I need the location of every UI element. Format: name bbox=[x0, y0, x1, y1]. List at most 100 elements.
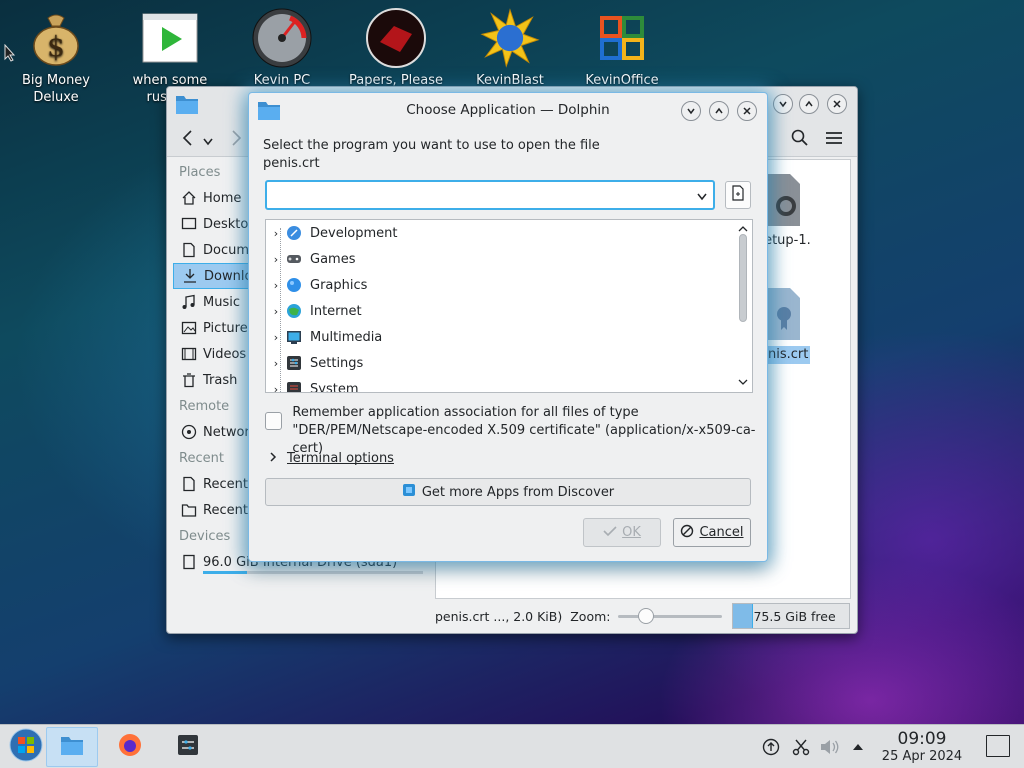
tree-item-games[interactable]: › Games bbox=[266, 246, 752, 272]
zoom-slider-handle[interactable] bbox=[638, 608, 655, 624]
desktop-icon-kevin-pc[interactable]: Kevin PC bbox=[230, 8, 334, 89]
network-icon bbox=[181, 424, 197, 440]
show-desktop-button[interactable] bbox=[986, 735, 1010, 757]
start-menu-button[interactable] bbox=[0, 727, 52, 767]
tree-item-graphics[interactable]: › Graphics bbox=[266, 272, 752, 298]
tree-item-label: Graphics bbox=[310, 277, 368, 293]
search-icon[interactable] bbox=[791, 129, 809, 151]
tree-item-system[interactable]: › System bbox=[266, 376, 752, 393]
pictures-icon bbox=[181, 320, 197, 336]
tree-item-development[interactable]: › Development bbox=[266, 220, 752, 246]
checkmark-icon bbox=[603, 525, 617, 541]
folder-icon bbox=[60, 734, 84, 760]
dolphin-close-button[interactable] bbox=[827, 94, 847, 114]
application-combo-input[interactable] bbox=[265, 180, 715, 210]
places-item-label: Videos bbox=[203, 346, 247, 362]
hamburger-menu-icon[interactable] bbox=[825, 131, 843, 149]
dialog-close-button[interactable] bbox=[737, 101, 757, 121]
desktop-icon-kevinblast[interactable]: KevinBlast bbox=[458, 8, 562, 89]
drive-usage-bar bbox=[203, 571, 423, 574]
taskbar-clock[interactable]: 09:09 25 Apr 2024 bbox=[872, 729, 972, 765]
back-icon[interactable] bbox=[181, 129, 195, 151]
clock-date: 25 Apr 2024 bbox=[881, 749, 963, 764]
recent-locations-icon bbox=[181, 502, 197, 518]
expand-arrow-icon[interactable]: › bbox=[266, 357, 286, 370]
chevron-down-icon[interactable] bbox=[697, 190, 707, 205]
places-item-label: Trash bbox=[203, 372, 238, 388]
dialog-maximize-button[interactable] bbox=[709, 101, 729, 121]
graphics-icon bbox=[286, 277, 302, 293]
places-item-label: Music bbox=[203, 294, 240, 310]
dialog-minimize-button[interactable] bbox=[681, 101, 701, 121]
home-icon bbox=[181, 190, 197, 206]
zoom-slider[interactable] bbox=[616, 608, 726, 624]
get-more-apps-button[interactable]: Get more Apps from Discover bbox=[265, 478, 751, 506]
expand-arrow-icon[interactable]: › bbox=[266, 253, 286, 266]
multimedia-icon bbox=[286, 329, 302, 345]
dolphin-maximize-button[interactable] bbox=[799, 94, 819, 114]
cancel-button[interactable]: Cancel bbox=[673, 518, 751, 547]
taskbar: 09:09 25 Apr 2024 bbox=[0, 724, 1024, 768]
tree-item-settings[interactable]: › Settings bbox=[266, 350, 752, 376]
tree-item-multimedia[interactable]: › Multimedia bbox=[266, 324, 752, 350]
dolphin-minimize-button[interactable] bbox=[773, 94, 793, 114]
taskbar-item-dolphin[interactable] bbox=[46, 727, 98, 767]
scissors-icon[interactable] bbox=[792, 738, 810, 760]
gauge-icon bbox=[252, 8, 312, 68]
chevron-right-icon bbox=[269, 451, 277, 466]
remember-association-label: Remember application association for all… bbox=[292, 404, 767, 458]
downloads-icon bbox=[182, 268, 198, 284]
videos-icon bbox=[181, 346, 197, 362]
firefox-icon bbox=[118, 733, 142, 761]
choose-application-dialog: Choose Application — Dolphin Select the … bbox=[248, 92, 768, 562]
taskbar-item-firefox[interactable] bbox=[104, 727, 156, 767]
desktop-icon-kevinoffice[interactable]: KevinOffice bbox=[570, 8, 674, 89]
tree-item-label: Internet bbox=[310, 303, 362, 319]
desktop-icon-big-money-deluxe[interactable]: $ Big Money Deluxe bbox=[4, 8, 108, 106]
start-orb-icon bbox=[9, 728, 43, 766]
tree-item-label: Games bbox=[310, 251, 356, 267]
discover-icon bbox=[402, 483, 416, 501]
blast-icon bbox=[480, 8, 540, 68]
tree-item-label: System bbox=[310, 381, 359, 393]
status-bar: penis.crt ..., 2.0 KiB) Zoom: 75.5 GiB f… bbox=[435, 601, 855, 631]
remember-association-checkbox[interactable] bbox=[265, 412, 283, 430]
drive-icon bbox=[181, 554, 197, 570]
volume-icon[interactable] bbox=[820, 738, 840, 760]
money-bag-icon: $ bbox=[26, 8, 86, 68]
status-text: penis.crt ..., 2.0 KiB) bbox=[435, 608, 563, 624]
remember-association-option[interactable]: Remember application association for all… bbox=[265, 404, 767, 458]
tree-item-label: Settings bbox=[310, 355, 364, 371]
free-space-indicator[interactable]: 75.5 GiB free bbox=[732, 603, 851, 629]
tree-scrollbar[interactable] bbox=[734, 220, 752, 392]
expand-arrow-icon[interactable]: › bbox=[266, 383, 286, 393]
remember-label-line: Remember application association for all… bbox=[292, 405, 639, 420]
expand-arrow-icon[interactable]: › bbox=[266, 227, 286, 240]
ok-label: OK bbox=[622, 525, 641, 540]
network-status-icon[interactable] bbox=[762, 738, 780, 760]
terminal-options-toggle[interactable]: Terminal options bbox=[269, 451, 394, 466]
development-icon bbox=[286, 225, 302, 241]
documents-icon bbox=[181, 242, 197, 258]
internet-icon bbox=[286, 303, 302, 319]
document-browse-icon bbox=[731, 185, 745, 205]
tree-item-internet[interactable]: › Internet bbox=[266, 298, 752, 324]
taskbar-item-system-settings[interactable] bbox=[162, 727, 214, 767]
browse-button[interactable] bbox=[725, 181, 751, 209]
tree-scrollbar-thumb[interactable] bbox=[739, 234, 747, 322]
places-item-label: Pictures bbox=[203, 320, 255, 336]
forward-icon[interactable] bbox=[229, 129, 243, 151]
ok-button[interactable]: OK bbox=[583, 518, 661, 547]
back-history-chevron-down-icon[interactable] bbox=[203, 135, 213, 150]
expand-arrow-icon[interactable]: › bbox=[266, 331, 286, 344]
clock-time: 09:09 bbox=[897, 729, 947, 749]
application-tree[interactable]: › Development › Games › Graphics › Inter… bbox=[265, 219, 753, 393]
scroll-down-icon[interactable] bbox=[738, 375, 748, 390]
cancel-icon bbox=[680, 524, 694, 542]
system-tray-expand-icon[interactable] bbox=[852, 741, 864, 756]
zoom-label: Zoom: bbox=[570, 608, 611, 624]
expand-arrow-icon[interactable]: › bbox=[266, 279, 286, 292]
expand-arrow-icon[interactable]: › bbox=[266, 305, 286, 318]
free-space-label: 75.5 GiB free bbox=[753, 608, 836, 624]
desktop-icon-papers-please[interactable]: Papers, Please bbox=[344, 8, 448, 89]
